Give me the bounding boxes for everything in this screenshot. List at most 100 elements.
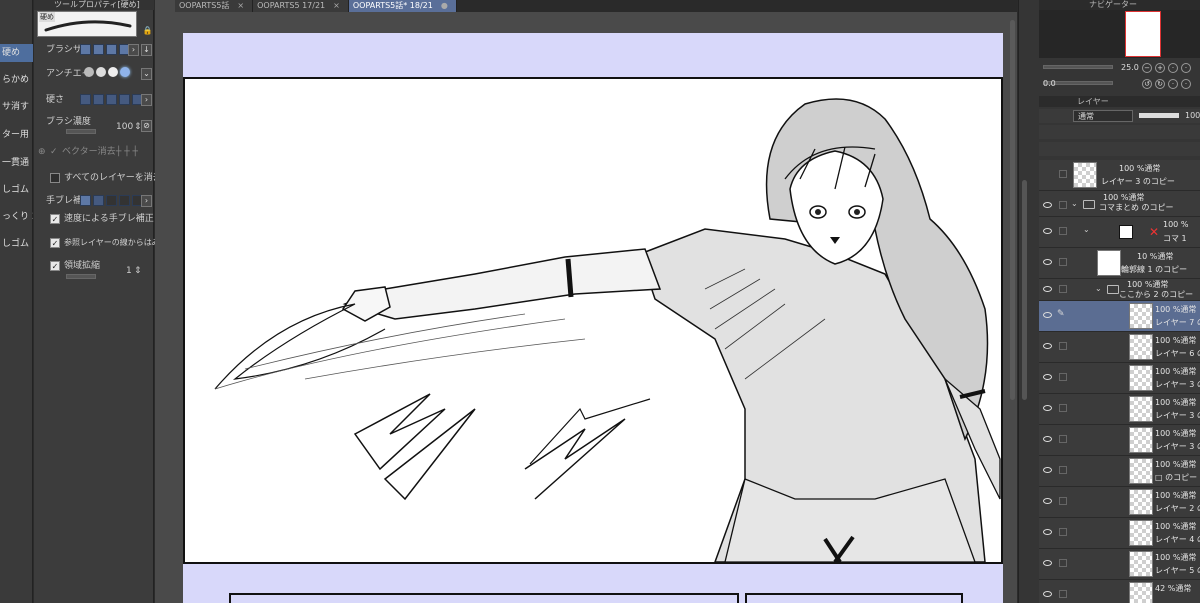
lock-cell[interactable] <box>1059 342 1067 350</box>
stabilization-presets[interactable] <box>80 195 143 206</box>
download-icon[interactable]: ↓ <box>141 44 152 56</box>
rotate-right-icon[interactable]: ↻ <box>1155 78 1165 89</box>
zoom-out-icon[interactable]: − <box>1142 62 1152 73</box>
lock-cell[interactable] <box>1059 590 1067 598</box>
sub-tool-item[interactable]: サ消す <box>0 98 33 116</box>
layer-row[interactable]: 100 %通常 レイヤー 4 のコピー <box>1039 518 1200 549</box>
tab-document-2[interactable]: OOPARTS5 17/21 × <box>253 0 349 12</box>
layer-row[interactable]: 100 %通常 □ のコピー <box>1039 456 1200 487</box>
tab-document-1[interactable]: OOPARTS5話 × <box>175 0 254 12</box>
modified-dot-icon[interactable]: ● <box>441 0 448 12</box>
layer-list-scrollbar[interactable] <box>1022 180 1027 400</box>
sub-tool-item[interactable]: しゴム <box>0 235 33 253</box>
chevron-down-icon[interactable]: ⌄ <box>1095 284 1102 293</box>
layer-row[interactable]: 10 %通常 輪郭線 1 のコピー <box>1039 248 1200 279</box>
layer-row[interactable]: 100 %通常 レイヤー 3 のコピー <box>1039 394 1200 425</box>
mask-disabled-icon[interactable]: ✕ <box>1149 225 1159 239</box>
lock-cell[interactable] <box>1059 497 1067 505</box>
plus-icon[interactable]: ⊕ <box>38 144 46 160</box>
lock-cell[interactable] <box>1059 170 1067 178</box>
close-icon[interactable]: × <box>333 0 340 12</box>
close-icon[interactable]: × <box>237 0 244 12</box>
sub-tool-item[interactable]: っくり 3 <box>0 208 33 226</box>
eye-icon[interactable] <box>1043 228 1052 234</box>
sub-tool-item[interactable]: ター用 <box>0 126 33 144</box>
lock-cell[interactable] <box>1059 404 1067 412</box>
reference-layer-checkbox[interactable]: ✓ <box>50 238 60 248</box>
sub-tool-item[interactable]: らかめ <box>0 71 33 89</box>
rotate-left-icon[interactable]: ↺ <box>1142 78 1152 89</box>
lock-cell[interactable] <box>1059 285 1067 293</box>
canvas-vertical-scrollbar[interactable] <box>1010 20 1015 400</box>
blend-mode-select[interactable]: 通常 <box>1073 110 1133 122</box>
brush-size-presets[interactable] <box>80 44 130 55</box>
layer-row[interactable]: 100 %通常 レイヤー 5 のコピー <box>1039 549 1200 580</box>
expand-region-slider[interactable] <box>66 274 96 279</box>
erase-all-layers-checkbox[interactable] <box>50 173 60 183</box>
canvas-page[interactable] <box>183 33 1003 603</box>
chevron-right-icon[interactable]: › <box>128 44 139 56</box>
fullscreen-icon[interactable]: · <box>1181 62 1191 73</box>
lock-cell[interactable] <box>1059 435 1067 443</box>
vector-erase-options-icon[interactable]: ┼ ┼ ┼ <box>116 144 138 160</box>
lock-cell[interactable] <box>1059 466 1067 474</box>
speed-stabilization-checkbox[interactable]: ✓ <box>50 214 60 224</box>
sub-tool-item[interactable]: 一貫通 <box>0 154 33 172</box>
layer-action-icons[interactable] <box>1039 142 1200 156</box>
reset-rotation-icon[interactable]: · <box>1168 78 1178 89</box>
pressure-icon[interactable]: ⊘ <box>141 120 152 132</box>
eye-icon[interactable] <box>1043 343 1052 349</box>
stepper-icon[interactable]: ⇕ <box>134 263 142 279</box>
eye-icon[interactable] <box>1043 405 1052 411</box>
lock-cell[interactable] <box>1059 258 1067 266</box>
chevron-right-icon[interactable]: › <box>141 195 152 207</box>
layer-row[interactable]: 100 %通常 レイヤー 6 のコピー <box>1039 332 1200 363</box>
zoom-slider[interactable] <box>1043 65 1113 69</box>
eye-icon[interactable] <box>1043 436 1052 442</box>
lock-cell[interactable] <box>1059 528 1067 536</box>
eye-icon[interactable] <box>1043 560 1052 566</box>
chevron-right-icon[interactable]: › <box>141 94 152 106</box>
lock-icon[interactable]: 🔒 <box>142 26 153 38</box>
fit-icon[interactable]: · <box>1168 62 1178 73</box>
lock-cell[interactable] <box>1059 227 1067 235</box>
brush-density-slider[interactable] <box>66 129 96 134</box>
layer-property-icons[interactable] <box>1039 125 1200 139</box>
antialias-options[interactable] <box>84 67 130 77</box>
layer-row[interactable]: 100 %通常 レイヤー 3 のコピー <box>1039 363 1200 394</box>
layer-row[interactable]: 42 %通常 <box>1039 580 1200 603</box>
layer-opacity-slider[interactable] <box>1139 113 1179 118</box>
eye-icon[interactable] <box>1043 312 1052 318</box>
layer-row[interactable]: 100 %通常 レイヤー 2 のコピー <box>1039 487 1200 518</box>
comic-panel[interactable] <box>183 77 1003 564</box>
navigator-thumbnail[interactable] <box>1125 11 1161 57</box>
layer-folder-row[interactable]: ⌄ 100 %通常 ここから 2 のコピー <box>1039 279 1200 301</box>
zoom-in-icon[interactable]: + <box>1155 62 1165 73</box>
layer-row[interactable]: 100 %通常 レイヤー 3 のコピー <box>1039 160 1200 191</box>
eye-icon[interactable] <box>1043 467 1052 473</box>
eye-icon[interactable] <box>1043 591 1052 597</box>
sub-tool-item[interactable]: 硬め <box>0 44 33 62</box>
chevron-down-icon[interactable]: ⌄ <box>1083 225 1090 234</box>
eye-icon[interactable] <box>1043 259 1052 265</box>
layer-folder-row[interactable]: ⌄ 100 %通常 コマまとめ のコピー <box>1039 191 1200 217</box>
lock-cell[interactable] <box>1059 201 1067 209</box>
eye-icon[interactable] <box>1043 498 1052 504</box>
navigator-view[interactable] <box>1039 10 1200 58</box>
expand-region-checkbox[interactable]: ✓ <box>50 261 60 271</box>
chevron-down-icon[interactable]: ⌄ <box>141 68 152 80</box>
eye-icon[interactable] <box>1043 286 1052 292</box>
eye-icon[interactable] <box>1043 374 1052 380</box>
flip-icon[interactable]: · <box>1181 78 1191 89</box>
frame-layer-row[interactable]: ⌄ ✕ 100 % コマ 1 <box>1039 217 1200 248</box>
eye-icon[interactable] <box>1043 202 1052 208</box>
eye-icon[interactable] <box>1043 529 1052 535</box>
lock-cell[interactable] <box>1059 559 1067 567</box>
sub-tool-item[interactable]: しゴム <box>0 181 33 199</box>
chevron-down-icon[interactable]: ⌄ <box>1071 199 1078 208</box>
tab-document-3[interactable]: OOPARTS5話* 18/21 ● <box>348 0 457 12</box>
lock-cell[interactable] <box>1059 373 1067 381</box>
layer-row[interactable]: 100 %通常 レイヤー 3 のコピー <box>1039 425 1200 456</box>
hardness-presets[interactable] <box>80 94 143 105</box>
layer-row-selected[interactable]: ✎ 100 %通常 レイヤー 7 のコピー <box>1039 301 1200 332</box>
